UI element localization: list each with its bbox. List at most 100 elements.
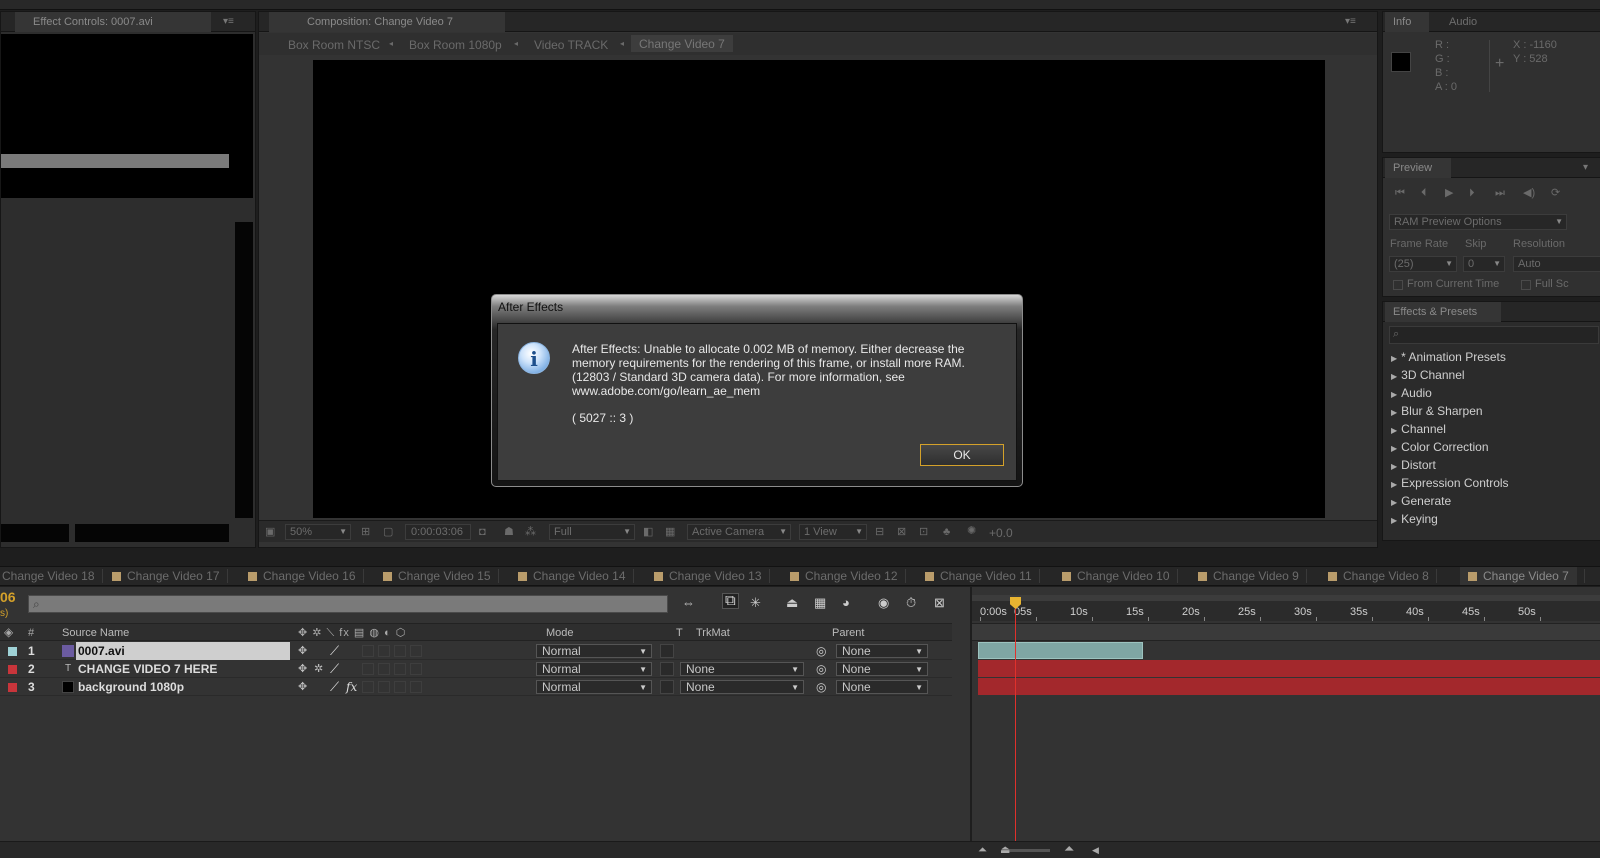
switch-box[interactable] bbox=[410, 681, 422, 693]
collapse-switch-icon[interactable]: ✲ bbox=[314, 660, 323, 678]
parent-dropdown[interactable]: None ▼ bbox=[836, 644, 928, 658]
expand-arrow-icon[interactable]: ▶ bbox=[1391, 444, 1397, 453]
region-icon[interactable]: ⊞ bbox=[361, 525, 370, 539]
resolution-dropdown[interactable]: Full ▼ bbox=[549, 524, 635, 540]
effect-controls-scrollbar[interactable] bbox=[235, 222, 253, 518]
grid-icon[interactable]: ▦ bbox=[665, 525, 675, 539]
quality-switch-icon[interactable]: ⟋ bbox=[330, 642, 339, 660]
switch-box[interactable] bbox=[394, 663, 406, 675]
full-screen-checkbox[interactable] bbox=[1521, 280, 1531, 290]
switch-box[interactable] bbox=[410, 663, 422, 675]
flowchart-icon[interactable]: ♣ bbox=[943, 525, 950, 539]
tab-preview[interactable]: Preview bbox=[1385, 158, 1451, 178]
effects-category-item[interactable]: ▶ Expression Controls bbox=[1391, 474, 1509, 492]
composition-tab[interactable]: Change Video 18 bbox=[0, 567, 103, 585]
switch-box[interactable] bbox=[378, 663, 390, 675]
composition-tab[interactable]: Change Video 15 bbox=[383, 567, 499, 585]
breadcrumb-item-video-track[interactable]: Video TRACK bbox=[534, 38, 608, 52]
composition-tab[interactable]: Change Video 10 bbox=[1062, 567, 1178, 585]
panel-menu-icon[interactable]: ▾≡ bbox=[1345, 17, 1359, 27]
channel-icon[interactable]: ⁂ bbox=[525, 525, 536, 539]
graph-editor-icon[interactable]: ⊠ bbox=[934, 596, 945, 610]
effects-category-item[interactable]: ▶ 3D Channel bbox=[1391, 366, 1465, 384]
breadcrumb-item-box-room-ntsc[interactable]: Box Room NTSC bbox=[288, 38, 380, 52]
layer-label-swatch[interactable] bbox=[8, 683, 17, 692]
tab-composition[interactable]: Composition: Change Video 7 bbox=[269, 12, 505, 32]
camera-snapshot-icon[interactable]: ◘ bbox=[479, 525, 486, 539]
column-trkmat[interactable]: TrkMat bbox=[696, 627, 730, 639]
parent-pickwhip-icon[interactable]: ◎ bbox=[816, 678, 826, 696]
camera-dropdown[interactable]: Active Camera ▼ bbox=[687, 524, 791, 540]
toggle-pixel-icon[interactable]: ⊟ bbox=[875, 525, 884, 539]
layer-row[interactable]: 3 background 1080p ✥ ⟋ fx Normal ▼ None ▼ ◎ None ▼ bbox=[0, 678, 952, 696]
tab-effect-controls[interactable]: Effect Controls: 0007.avi bbox=[15, 12, 211, 32]
zoom-dropdown[interactable]: 50% ▼ bbox=[285, 524, 351, 540]
composition-tab[interactable]: Change Video 11 bbox=[925, 567, 1040, 585]
auto-keyframe-icon[interactable]: ⏱ bbox=[906, 596, 916, 610]
composition-tab[interactable]: Change Video 16 bbox=[248, 567, 364, 585]
layer-label-swatch[interactable] bbox=[8, 647, 17, 656]
composition-tab[interactable]: Change Video 8 bbox=[1328, 567, 1437, 585]
comp-mini-flowchart-icon[interactable]: ⇔ bbox=[682, 596, 695, 610]
composition-flowchart-icon[interactable]: ⊠ bbox=[897, 525, 906, 539]
expand-arrow-icon[interactable]: ▶ bbox=[1391, 498, 1397, 507]
shy-switch-icon[interactable]: ✥ bbox=[298, 678, 307, 696]
column-parent[interactable]: Parent bbox=[832, 627, 864, 639]
mode-dropdown[interactable]: Normal ▼ bbox=[536, 662, 652, 676]
scroll-left-icon[interactable]: ◀ bbox=[1092, 843, 1099, 857]
view-layout-dropdown[interactable]: 1 View ▼ bbox=[799, 524, 867, 540]
expand-arrow-icon[interactable]: ▶ bbox=[1391, 408, 1397, 417]
timeline-search-input[interactable]: ⌕ bbox=[28, 595, 668, 613]
effects-category-item[interactable]: ▶ Keying bbox=[1391, 510, 1438, 528]
mode-dropdown[interactable]: Normal ▼ bbox=[536, 680, 652, 694]
switch-box[interactable] bbox=[394, 645, 406, 657]
breadcrumb-item-change-video-7[interactable]: Change Video 7 bbox=[631, 35, 733, 52]
draft-3d-icon[interactable]: ✳ bbox=[750, 596, 761, 610]
work-area-bar[interactable] bbox=[972, 595, 1600, 601]
breadcrumb-item-box-room-1080p[interactable]: Box Room 1080p bbox=[409, 38, 502, 52]
exposure-icon[interactable]: ✺ bbox=[967, 524, 976, 538]
layer-row[interactable]: 2 T CHANGE VIDEO 7 HERE ✥ ✲ ⟋ Normal ▼ None ▼ ◎ Non… bbox=[0, 660, 952, 678]
resolution-dropdown[interactable]: Auto bbox=[1513, 256, 1600, 272]
switch-box[interactable] bbox=[362, 645, 374, 657]
switch-box[interactable] bbox=[362, 663, 374, 675]
switch-box[interactable] bbox=[394, 681, 406, 693]
parent-pickwhip-icon[interactable]: ◎ bbox=[816, 660, 826, 678]
timeline-icon[interactable]: ⊡ bbox=[919, 525, 928, 539]
quality-switch-icon[interactable]: ⟋ bbox=[330, 660, 339, 678]
composition-tab[interactable]: Change Video 13 bbox=[654, 567, 770, 585]
parent-dropdown[interactable]: None ▼ bbox=[836, 662, 928, 676]
effects-search-input[interactable]: ⌕ bbox=[1389, 326, 1599, 344]
column-mode[interactable]: Mode bbox=[546, 627, 574, 639]
expand-arrow-icon[interactable]: ▶ bbox=[1391, 462, 1397, 471]
tab-info[interactable]: Info bbox=[1385, 12, 1429, 32]
skip-dropdown[interactable]: 0 ▼ bbox=[1463, 256, 1505, 272]
switch-box[interactable] bbox=[362, 681, 374, 693]
exposure-value[interactable]: +0.0 bbox=[989, 526, 1013, 540]
shy-switch-icon[interactable]: ✥ bbox=[298, 642, 307, 660]
transparency-grid-icon[interactable]: ▢ bbox=[383, 525, 393, 539]
preserve-transparency-checkbox[interactable] bbox=[660, 662, 674, 676]
parent-pickwhip-icon[interactable]: ◎ bbox=[816, 642, 826, 660]
playhead-line[interactable] bbox=[1015, 607, 1016, 849]
zoom-slider-thumb-icon[interactable]: ⏏ bbox=[1000, 843, 1010, 857]
composition-tab[interactable]: Change Video 14 bbox=[518, 567, 634, 585]
zoom-in-icon[interactable]: ⏶ bbox=[1064, 842, 1074, 856]
fast-previews-icon[interactable]: ◧ bbox=[643, 525, 653, 539]
composition-tab[interactable]: Change Video 7 bbox=[1460, 567, 1585, 585]
hide-shy-layers-icon[interactable]: ⏏ bbox=[786, 596, 798, 610]
layer-bar-2[interactable] bbox=[978, 660, 1600, 677]
composition-tab[interactable]: Change Video 12 bbox=[790, 567, 906, 585]
effects-category-item[interactable]: ▶ Color Correction bbox=[1391, 438, 1489, 456]
shy-switch-icon[interactable]: ✥ bbox=[298, 660, 307, 678]
layer-bar-1[interactable] bbox=[978, 642, 1143, 659]
switch-box[interactable] bbox=[378, 681, 390, 693]
frame-blending-icon[interactable]: ▦ bbox=[814, 596, 826, 610]
motion-blur-icon[interactable]: ◕ bbox=[842, 596, 850, 610]
always-preview-icon[interactable]: ▣ bbox=[265, 525, 275, 539]
effects-category-item[interactable]: ▶ Blur & Sharpen bbox=[1391, 402, 1483, 420]
layer-source-name[interactable]: background 1080p bbox=[76, 678, 290, 696]
ok-button[interactable]: OK bbox=[920, 444, 1004, 466]
effects-category-item[interactable]: ▶ Channel bbox=[1391, 420, 1446, 438]
tab-effects-presets[interactable]: Effects & Presets bbox=[1385, 302, 1501, 322]
